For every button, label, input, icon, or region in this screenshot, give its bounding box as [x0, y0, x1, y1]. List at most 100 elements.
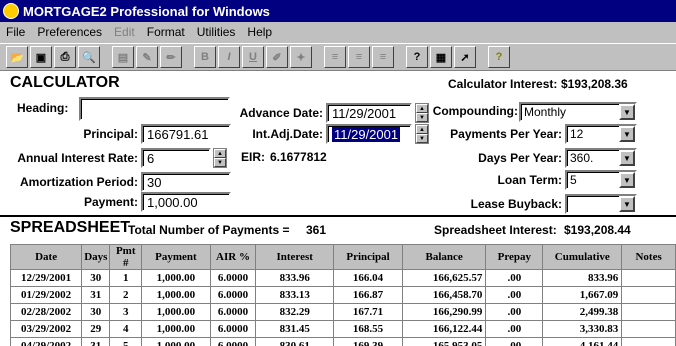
rate-field[interactable]: 6	[141, 148, 211, 168]
payment-field[interactable]: 1,000.00	[141, 192, 231, 212]
col-notes[interactable]: Notes	[621, 244, 676, 270]
cell-balance[interactable]: 166,122.44	[401, 320, 487, 338]
align-left-icon[interactable]: ≡	[324, 46, 346, 68]
compounding-select[interactable]: Monthly ▼	[519, 102, 637, 122]
col-balance[interactable]: Balance	[401, 244, 487, 270]
table-row[interactable]: 04/29/2002 31 5 1,000.00 6.0000 830.61 1…	[9, 337, 676, 346]
cell-pmt[interactable]: 2	[109, 286, 143, 304]
cell-days[interactable]: 31	[81, 286, 111, 304]
cell-pmt[interactable]: 4	[109, 320, 143, 338]
paste-icon[interactable]: ▤	[112, 46, 134, 68]
cell-payment[interactable]: 1,000.00	[141, 286, 211, 304]
table-row[interactable]: 12/29/2001 30 1 1,000.00 6.0000 833.96 1…	[9, 269, 676, 287]
cell-balance[interactable]: 166,290.99	[401, 303, 487, 321]
days-per-year-select[interactable]: 360. ▼	[565, 148, 637, 168]
col-days[interactable]: Days	[81, 244, 111, 270]
brush-icon[interactable]: ✐	[266, 46, 288, 68]
cell-date[interactable]: 01/29/2002	[9, 286, 83, 304]
context-help-icon[interactable]: ?	[406, 46, 428, 68]
cell-balance[interactable]: 166,625.57	[401, 269, 487, 287]
col-principal[interactable]: Principal	[333, 244, 403, 270]
underline-icon[interactable]: U	[242, 46, 264, 68]
table-row[interactable]: 03/29/2002 29 4 1,000.00 6.0000 831.45 1…	[9, 320, 676, 338]
cell-air[interactable]: 6.0000	[209, 303, 257, 321]
cell-prepay[interactable]: .00	[485, 269, 544, 287]
cell-principal[interactable]: 167.71	[333, 303, 403, 321]
lease-buyback-select[interactable]: ▼	[565, 194, 637, 214]
rate-spinner[interactable]: ▲ ▼	[213, 148, 227, 168]
cell-air[interactable]: 6.0000	[209, 320, 257, 338]
cell-notes[interactable]	[621, 269, 676, 287]
cell-notes[interactable]	[621, 337, 676, 346]
cell-principal[interactable]: 169.39	[333, 337, 403, 346]
cell-cumulative[interactable]: 833.96	[542, 269, 623, 287]
cell-prepay[interactable]: .00	[485, 303, 544, 321]
col-date[interactable]: Date	[9, 244, 83, 270]
cell-date[interactable]: 04/29/2002	[9, 337, 83, 346]
payments-per-year-select[interactable]: 12 ▼	[565, 124, 637, 144]
cell-air[interactable]: 6.0000	[209, 337, 257, 346]
advance-date-spinner[interactable]: ▲ ▼	[415, 103, 429, 123]
col-air[interactable]: AIR %	[209, 244, 257, 270]
cell-days[interactable]: 29	[81, 320, 111, 338]
cell-cumulative[interactable]: 3,330.83	[542, 320, 623, 338]
menu-file[interactable]: File	[6, 25, 25, 39]
menu-utilities[interactable]: Utilities	[197, 25, 236, 39]
col-payment[interactable]: Payment	[141, 244, 211, 270]
align-center-icon[interactable]: ≡	[348, 46, 370, 68]
cell-balance[interactable]: 165,953.05	[401, 337, 487, 346]
menu-format[interactable]: Format	[147, 25, 185, 39]
cell-cumulative[interactable]: 4,161.44	[542, 337, 623, 346]
cell-days[interactable]: 30	[81, 269, 111, 287]
cell-date[interactable]: 12/29/2001	[9, 269, 83, 287]
menu-edit[interactable]: Edit	[114, 25, 135, 39]
col-pmt[interactable]: Pmt #	[109, 244, 143, 270]
save-icon[interactable]: ▣	[30, 46, 52, 68]
pointer-icon[interactable]: ➚	[454, 46, 476, 68]
cell-days[interactable]: 31	[81, 337, 111, 346]
table-row[interactable]: 02/28/2002 30 3 1,000.00 6.0000 832.29 1…	[9, 303, 676, 321]
cell-date[interactable]: 02/28/2002	[9, 303, 83, 321]
cell-notes[interactable]	[621, 286, 676, 304]
cell-cumulative[interactable]: 1,667.09	[542, 286, 623, 304]
print-icon[interactable]: ⎙	[54, 46, 76, 68]
menu-help[interactable]: Help	[247, 25, 272, 39]
chevron-down-icon[interactable]: ▼	[619, 172, 635, 188]
amortization-field[interactable]: 30	[141, 172, 231, 192]
pen-icon[interactable]: ✏	[160, 46, 182, 68]
bold-icon[interactable]: B	[194, 46, 216, 68]
cell-principal[interactable]: 168.55	[333, 320, 403, 338]
cell-notes[interactable]	[621, 303, 676, 321]
align-right-icon[interactable]: ≡	[372, 46, 394, 68]
cell-interest[interactable]: 833.96	[255, 269, 335, 287]
cell-cumulative[interactable]: 2,499.38	[542, 303, 623, 321]
cell-prepay[interactable]: .00	[485, 337, 544, 346]
cell-air[interactable]: 6.0000	[209, 269, 257, 287]
chevron-down-icon[interactable]: ▼	[619, 196, 635, 212]
cell-air[interactable]: 6.0000	[209, 286, 257, 304]
cell-principal[interactable]: 166.04	[333, 269, 403, 287]
cell-interest[interactable]: 832.29	[255, 303, 335, 321]
cell-interest[interactable]: 831.45	[255, 320, 335, 338]
col-cumulative[interactable]: Cumulative	[542, 244, 623, 270]
principal-field[interactable]: 166791.61	[141, 124, 231, 144]
cell-days[interactable]: 30	[81, 303, 111, 321]
cell-payment[interactable]: 1,000.00	[141, 320, 211, 338]
cell-balance[interactable]: 166,458.70	[401, 286, 487, 304]
cell-prepay[interactable]: .00	[485, 320, 544, 338]
open-icon[interactable]: 📂	[6, 46, 28, 68]
chevron-down-icon[interactable]: ▼	[619, 126, 635, 142]
chevron-down-icon[interactable]: ▼	[619, 150, 635, 166]
cell-prepay[interactable]: .00	[485, 286, 544, 304]
cell-interest[interactable]: 833.13	[255, 286, 335, 304]
italic-icon[interactable]: I	[218, 46, 240, 68]
int-adj-date-spinner[interactable]: ▲ ▼	[415, 124, 429, 144]
loan-term-select[interactable]: 5 ▼	[565, 170, 637, 190]
tool-icon[interactable]: ✎	[136, 46, 158, 68]
format-icon[interactable]: ✦	[290, 46, 312, 68]
chevron-down-icon[interactable]: ▼	[619, 104, 635, 120]
cell-notes[interactable]	[621, 320, 676, 338]
help-icon[interactable]: ?	[488, 46, 510, 68]
cell-pmt[interactable]: 1	[109, 269, 143, 287]
cell-pmt[interactable]: 5	[109, 337, 143, 346]
